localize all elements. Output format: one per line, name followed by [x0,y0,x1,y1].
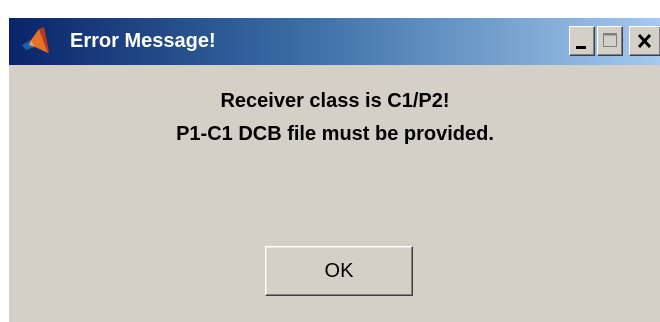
error-dialog: Error Message! Receiver class is C1/P2! … [8,18,660,322]
ok-button[interactable]: OK [265,246,413,296]
error-message-line-2: P1-C1 DCB file must be provided. [176,123,494,145]
window-title: Error Message! [70,30,216,52]
matlab-logo-icon [20,25,50,57]
title-bar[interactable]: Error Message! [9,18,660,65]
page: Error Message! Receiver class is C1/P2! … [0,0,660,322]
close-button[interactable] [629,26,660,56]
error-message-line-1: Receiver class is C1/P2! [220,90,450,112]
maximize-button[interactable] [597,26,623,56]
minimize-button[interactable] [569,26,595,56]
